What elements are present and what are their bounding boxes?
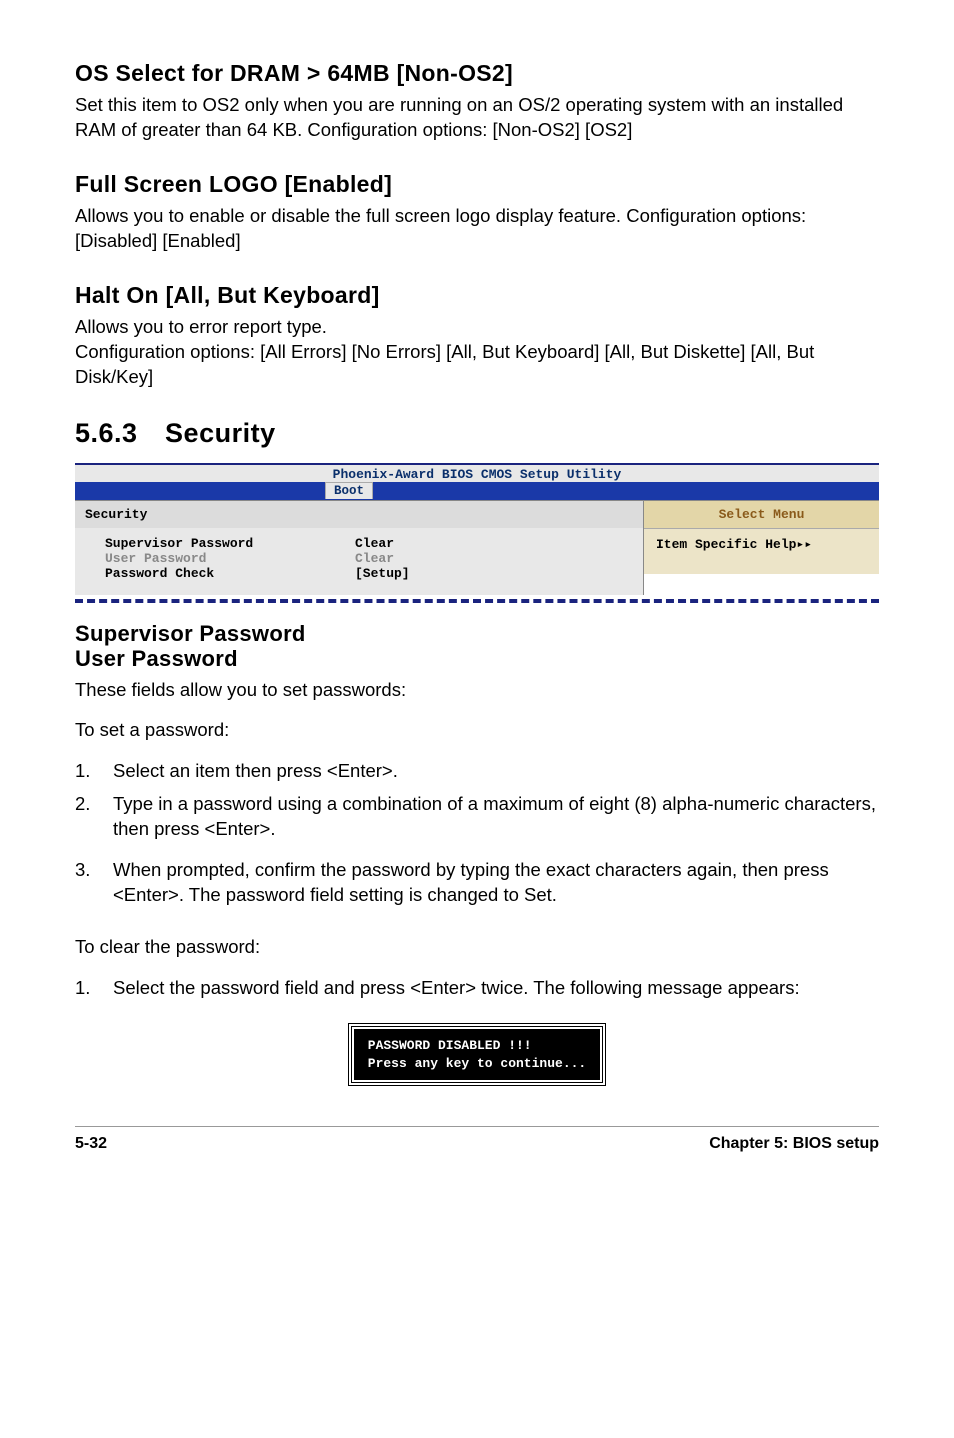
supervisor-intro: These fields allow you to set passwords: bbox=[75, 679, 879, 701]
list-item: 1.Select the password field and press <E… bbox=[75, 976, 879, 1001]
bios-row-supervisor-label[interactable]: Supervisor Password bbox=[105, 536, 355, 551]
footer-page-number: 5-32 bbox=[75, 1135, 107, 1153]
clear-password-label: To clear the password: bbox=[75, 936, 879, 958]
os-select-heading: OS Select for DRAM > 64MB [Non-OS2] bbox=[75, 60, 879, 87]
bios-row-supervisor-value: Clear bbox=[355, 536, 410, 551]
set-password-label: To set a password: bbox=[75, 719, 879, 741]
footer-chapter-label: Chapter 5: BIOS setup bbox=[709, 1135, 879, 1153]
clear-password-steps: 1.Select the password field and press <E… bbox=[75, 976, 879, 1001]
halt-on-heading: Halt On [All, But Keyboard] bbox=[75, 282, 879, 309]
bios-title: Phoenix-Award BIOS CMOS Setup Utility bbox=[75, 465, 879, 482]
bios-tab-boot[interactable]: Boot bbox=[325, 482, 373, 499]
bios-row-user-value: Clear bbox=[355, 551, 410, 566]
bios-left-header: Security bbox=[75, 501, 644, 528]
message-box-text: PASSWORD DISABLED !!! Press any key to c… bbox=[354, 1029, 600, 1080]
full-screen-heading: Full Screen LOGO [Enabled] bbox=[75, 171, 879, 198]
bios-right-header: Select Menu bbox=[644, 501, 879, 529]
footer-divider bbox=[75, 1126, 879, 1127]
list-item: 2.Type in a password using a combination… bbox=[75, 792, 879, 842]
bios-left-pane: Security Supervisor Password User Passwo… bbox=[75, 501, 644, 595]
security-section-heading: 5.6.3 Security bbox=[75, 418, 879, 449]
bios-dashed-border bbox=[75, 599, 879, 603]
bios-row-user-label[interactable]: User Password bbox=[105, 551, 355, 566]
bios-right-pane: Select Menu Item Specific Help▸▸ bbox=[644, 501, 879, 595]
set-password-steps: 1.Select an item then press <Enter>. 2.T… bbox=[75, 759, 879, 908]
list-item: 1.Select an item then press <Enter>. bbox=[75, 759, 879, 784]
bios-setup-box: Phoenix-Award BIOS CMOS Setup Utility Bo… bbox=[75, 463, 879, 595]
full-screen-body: Allows you to enable or disable the full… bbox=[75, 204, 879, 254]
list-item: 3.When prompted, confirm the password by… bbox=[75, 858, 879, 908]
message-box-wrap: PASSWORD DISABLED !!! Press any key to c… bbox=[75, 1023, 879, 1086]
supervisor-heading-1: Supervisor Password bbox=[75, 621, 879, 646]
bios-right-body: Item Specific Help▸▸ bbox=[644, 529, 879, 574]
os-select-body: Set this item to OS2 only when you are r… bbox=[75, 93, 879, 143]
message-box: PASSWORD DISABLED !!! Press any key to c… bbox=[348, 1023, 606, 1086]
bios-row-pwcheck-value: [Setup] bbox=[355, 566, 410, 581]
supervisor-heading-2: User Password bbox=[75, 646, 879, 671]
halt-on-body: Allows you to error report type. Configu… bbox=[75, 315, 879, 390]
bios-row-pwcheck-label[interactable]: Password Check bbox=[105, 566, 355, 581]
bios-menu-bar: Boot bbox=[75, 482, 879, 500]
